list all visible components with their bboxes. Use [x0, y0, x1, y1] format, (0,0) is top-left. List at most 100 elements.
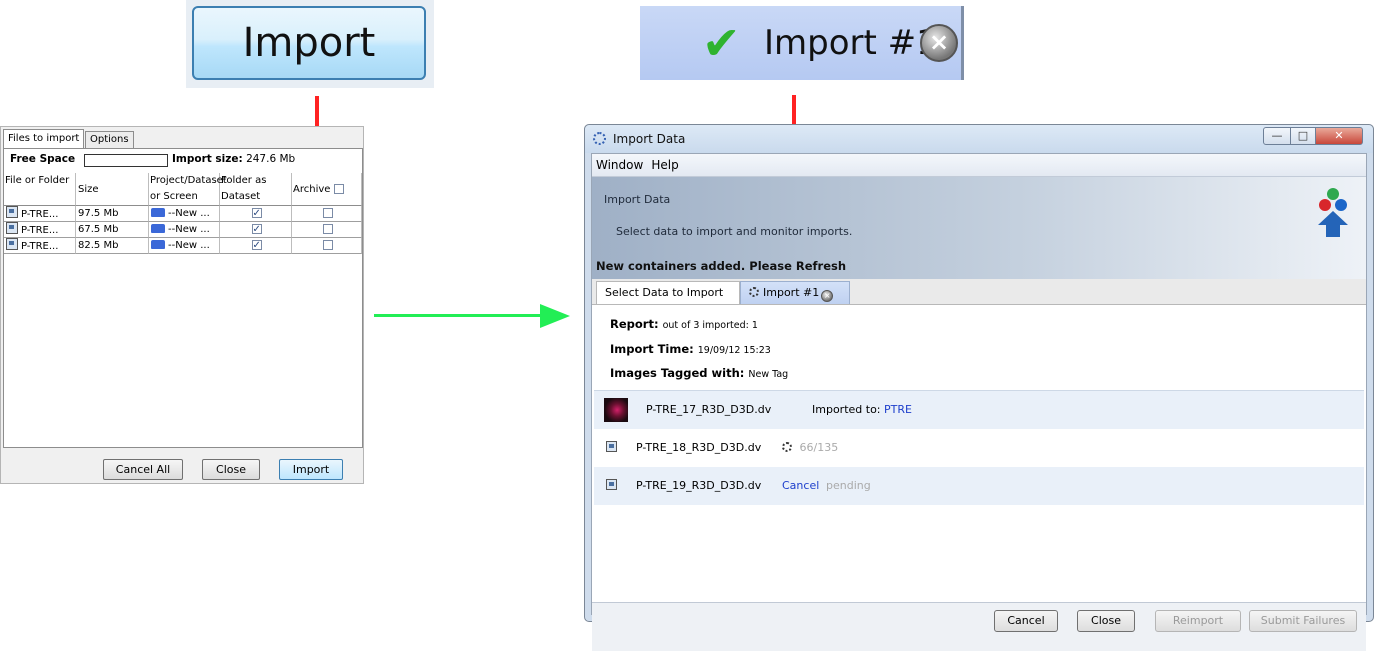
file-icon — [6, 222, 18, 234]
folder-as-dataset-cell — [220, 238, 292, 254]
progress-count: 66/135 — [799, 441, 839, 454]
folder-icon — [151, 208, 165, 217]
file-cell: P-TRE... — [4, 206, 76, 222]
imported-to-link[interactable]: PTRE — [884, 403, 912, 416]
file-name: P-TRE_18_R3D_D3D.dv — [636, 441, 762, 454]
folder-as-dataset-checkbox[interactable] — [251, 238, 262, 253]
file-icon — [606, 441, 617, 452]
archive-checkbox[interactable] — [322, 240, 333, 250]
size-cell: 82.5 Mb — [76, 238, 149, 254]
archive-checkbox[interactable] — [322, 208, 333, 218]
column-header-file[interactable]: File or Folder — [4, 173, 76, 206]
archive-all-checkbox[interactable] — [333, 184, 344, 194]
file-name: P-TRE... — [21, 225, 59, 236]
archive-cell — [292, 222, 362, 238]
import-button[interactable]: Import — [279, 459, 343, 480]
reimport-button[interactable]: Reimport — [1155, 610, 1241, 632]
green-arrow-shaft — [374, 314, 544, 317]
table-row[interactable]: P-TRE... 67.5 Mb --New ... — [4, 222, 364, 238]
file-name: P-TRE_19_R3D_D3D.dv — [636, 479, 762, 492]
target-name: --New ... — [168, 240, 210, 251]
import-data-window: Import Data — □ ✕ Window Help Import Data… — [584, 124, 1374, 651]
folder-as-dataset-cell — [220, 222, 292, 238]
free-space-bar — [84, 154, 168, 167]
zoomed-import-tab: ✔ Import #1 × — [640, 6, 964, 80]
free-space-label: Free Space — [10, 153, 76, 165]
target-cell[interactable]: --New ... — [149, 206, 220, 222]
menu-window[interactable]: Window — [596, 158, 643, 172]
omero-logo-icon — [1318, 188, 1348, 237]
cancel-file-link[interactable]: Cancel — [782, 479, 819, 492]
column-header-project[interactable]: Project/Dataset or Screen — [149, 173, 227, 206]
import-file-list: P-TRE_17_R3D_D3D.dv Imported to: PTRE P-… — [594, 390, 1364, 515]
list-item: P-TRE_17_R3D_D3D.dv Imported to: PTRE — [594, 391, 1364, 429]
import-progress: 66/135 — [782, 441, 838, 454]
tab-import-1-label: Import #1 — [763, 286, 820, 299]
file-icon — [606, 479, 617, 490]
file-cell: P-TRE... — [4, 238, 76, 254]
archive-cell — [292, 238, 362, 254]
archive-cell — [292, 206, 362, 222]
file-name: P-TRE... — [21, 241, 59, 252]
report-line: Report: out of 3 imported: 1 — [610, 317, 758, 331]
image-thumbnail — [604, 398, 628, 422]
folder-as-dataset-checkbox[interactable] — [251, 222, 262, 237]
close-tab-icon[interactable]: × — [821, 290, 834, 302]
file-name: P-TRE... — [21, 209, 59, 220]
archive-checkbox[interactable] — [322, 224, 333, 234]
table-row[interactable]: P-TRE... 82.5 Mb --New ... — [4, 238, 364, 254]
tab-files-to-import[interactable]: Files to import — [3, 129, 85, 148]
close-button[interactable]: Close — [1077, 610, 1135, 632]
zoomed-import-button-callout: Import — [186, 0, 434, 88]
import-size-value: 247.6 Mb — [246, 153, 296, 165]
cancel-button[interactable]: Cancel — [994, 610, 1058, 632]
import-time-value: 19/09/12 15:23 — [697, 345, 771, 356]
imported-to-label: Imported to: — [812, 403, 881, 416]
tab-options[interactable]: Options — [85, 131, 134, 148]
close-button[interactable]: Close — [202, 459, 260, 480]
report-label: Report: — [610, 317, 659, 331]
window-title: Import Data — [613, 132, 686, 146]
tab-import-1[interactable]: Import #1 × — [740, 281, 850, 304]
file-name: P-TRE_17_R3D_D3D.dv — [646, 403, 772, 416]
import-time-label: Import Time: — [610, 342, 694, 356]
import-size-label: Import size: — [172, 153, 243, 165]
minimize-button[interactable]: — — [1263, 127, 1291, 145]
import-time-line: Import Time: 19/09/12 15:23 — [610, 342, 771, 356]
folder-icon — [151, 240, 165, 249]
archive-header-label: Archive — [293, 184, 331, 195]
maximize-button[interactable]: □ — [1290, 127, 1316, 145]
column-header-size[interactable]: Size — [76, 173, 149, 206]
spinner-icon — [782, 442, 792, 452]
header-banner: Import Data Select data to import and mo… — [592, 177, 1366, 279]
import-tabs: Select Data to Import Import #1 × — [592, 279, 1366, 305]
zoomed-import-tab-callout: ✔ Import #1 × — [634, 0, 972, 84]
spinner-icon — [749, 287, 759, 297]
cancel-all-button[interactable]: Cancel All — [103, 459, 183, 480]
list-item: P-TRE_19_R3D_D3D.dv Cancel pending — [594, 467, 1364, 505]
file-icon — [6, 238, 18, 250]
files-to-import-panel: Files to import Options Free Space Impor… — [0, 126, 364, 484]
files-table-area: Free Space Import size: 247.6 Mb File or… — [3, 148, 363, 448]
size-cell: 67.5 Mb — [76, 222, 149, 238]
refresh-notice: New containers added. Please Refresh — [596, 259, 847, 273]
column-header-archive[interactable]: Archive — [292, 173, 362, 206]
target-name: --New ... — [168, 208, 210, 219]
window-close-button[interactable]: ✕ — [1315, 127, 1363, 145]
tab-select-data[interactable]: Select Data to Import — [596, 281, 740, 304]
file-cell: P-TRE... — [4, 222, 76, 238]
banner-title: Import Data — [604, 193, 671, 206]
table-row[interactable]: P-TRE... 97.5 Mb --New ... — [4, 206, 364, 222]
submit-failures-button[interactable]: Submit Failures — [1249, 610, 1357, 632]
pending-status: pending — [826, 479, 871, 492]
tagged-label: Images Tagged with: — [610, 366, 745, 380]
column-header-folder-as-dataset[interactable]: Folder as Dataset — [220, 173, 292, 206]
imported-to: Imported to: PTRE — [812, 403, 912, 416]
menu-help[interactable]: Help — [651, 158, 678, 172]
target-cell[interactable]: --New ... — [149, 222, 220, 238]
app-icon — [593, 132, 606, 145]
target-cell[interactable]: --New ... — [149, 238, 220, 254]
menu-bar: Window Help — [592, 154, 1366, 177]
close-tab-icon: × — [920, 24, 958, 62]
folder-as-dataset-checkbox[interactable] — [251, 206, 262, 221]
